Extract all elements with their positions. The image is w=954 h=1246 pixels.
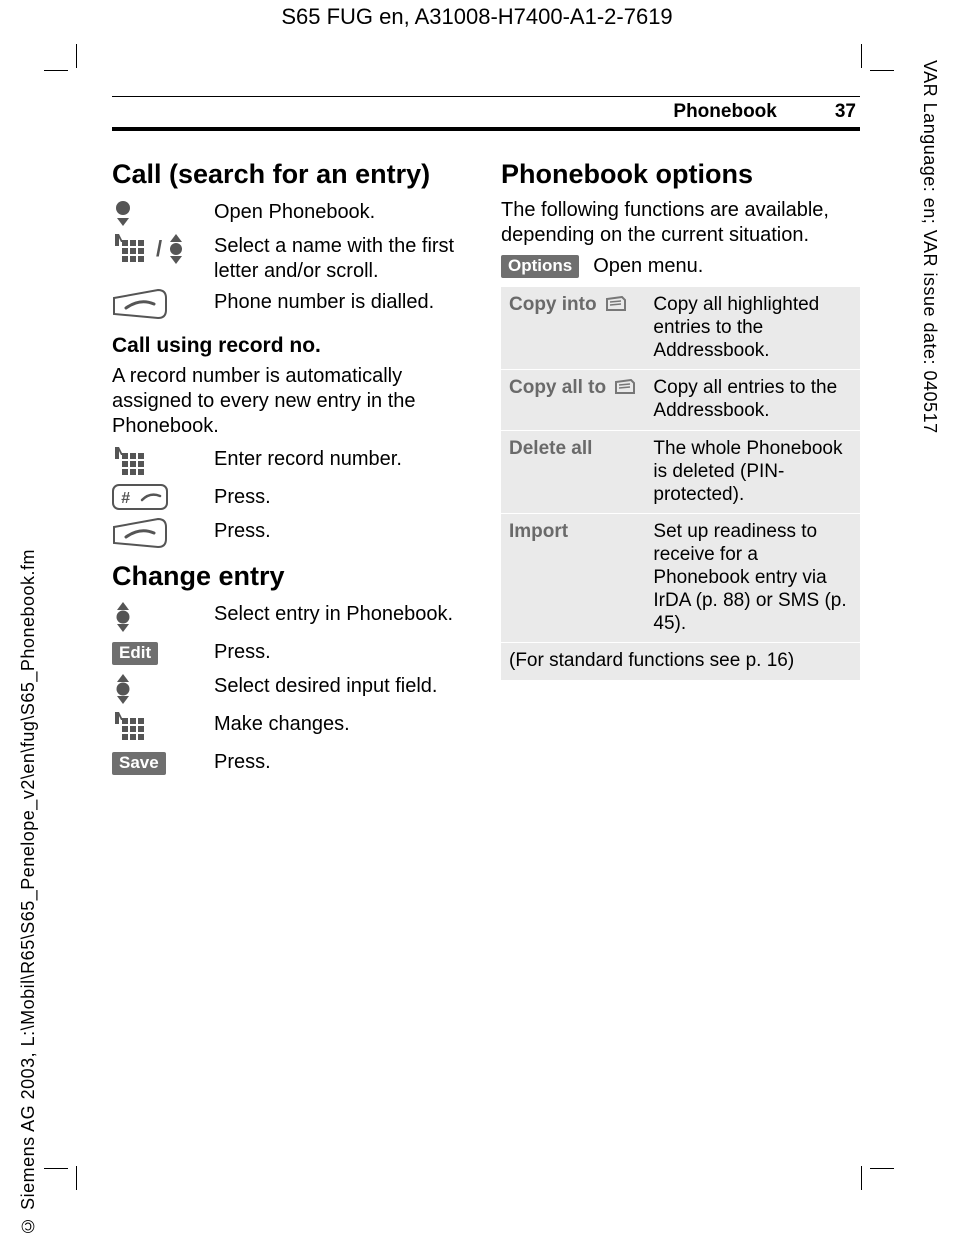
step-text: Press. xyxy=(214,517,471,544)
softkey-edit: Edit xyxy=(112,642,158,665)
softkey-save: Save xyxy=(112,752,166,775)
step-row: Make changes. xyxy=(112,710,471,744)
step-row: Phone number is dialled. xyxy=(112,288,471,320)
step-text: Open Phonebook. xyxy=(214,198,471,225)
options-table: Copy into Copy all highlighted entries t… xyxy=(501,287,860,681)
keypad-press-icon xyxy=(112,710,152,744)
joystick-down-icon xyxy=(112,198,134,228)
table-row: Import Set up readiness to receive for a… xyxy=(501,514,860,643)
hash-key-icon: # xyxy=(112,484,168,512)
opt-desc: Copy all entries to the Addressbook. xyxy=(645,370,860,431)
left-column: Call (search for an entry) Open Phoneboo… xyxy=(112,147,471,782)
running-head-section: Phonebook xyxy=(673,101,776,123)
step-row: / Select a name with the first letter an… xyxy=(112,232,471,284)
step-text: Phone number is dialled. xyxy=(214,288,471,315)
step-row: Press. xyxy=(112,517,471,549)
table-row: Delete all The whole Phonebook is delete… xyxy=(501,431,860,514)
table-row: Copy all to Copy all entries to the Addr… xyxy=(501,370,860,431)
opt-desc: Copy all highlighted entries to the Addr… xyxy=(645,287,860,370)
heading-recno: Call using record no. xyxy=(112,334,471,358)
heading-call: Call (search for an entry) xyxy=(112,159,471,190)
opt-desc: The whole Phonebook is deleted (PIN-prot… xyxy=(645,431,860,514)
softkey-options: Options xyxy=(501,255,579,278)
opt-name: Delete all xyxy=(501,431,645,514)
step-text: Press. xyxy=(214,638,471,665)
keypad-press-icon xyxy=(112,232,152,266)
step-row: Select desired input field. xyxy=(112,672,471,706)
step-row: Enter record number. xyxy=(112,445,471,479)
options-intro: The following functions are available, d… xyxy=(501,198,860,248)
step-text: Select desired input field. xyxy=(214,672,471,699)
opt-desc: Set up readiness to receive for a Phoneb… xyxy=(645,514,860,643)
step-row: Open Phonebook. xyxy=(112,198,471,228)
step-text: Select a name with the first letter and/… xyxy=(214,232,471,284)
joystick-updown-icon xyxy=(166,232,186,266)
table-row: Copy into Copy all highlighted entries t… xyxy=(501,287,860,370)
right-column: Phonebook options The following function… xyxy=(501,147,860,782)
running-head-page: 37 xyxy=(835,101,856,123)
step-row: # Press. xyxy=(112,483,471,513)
step-text: Press. xyxy=(214,748,471,775)
running-head: Phonebook 37 xyxy=(112,96,860,131)
step-row: Edit Press. xyxy=(112,638,471,668)
opt-name: Import xyxy=(501,514,645,643)
call-key-icon xyxy=(112,288,168,320)
side-note-right: VAR Language: en; VAR issue date: 040517 xyxy=(919,60,940,434)
step-text: Make changes. xyxy=(214,710,471,737)
heading-change: Change entry xyxy=(112,561,471,592)
addressbook-icon xyxy=(613,379,637,395)
step-text: Select entry in Phonebook. xyxy=(214,600,471,627)
step-row: Save Press. xyxy=(112,748,471,778)
opt-name: Copy all to xyxy=(509,377,606,398)
svg-text:#: # xyxy=(121,490,130,507)
table-footer: (For standard functions see p. 16) xyxy=(501,643,860,681)
call-key-icon xyxy=(112,517,168,549)
doc-header: S65 FUG en, A31008-H7400-A1-2-7619 xyxy=(0,4,954,30)
side-note-left: © Siemens AG 2003, L:\Mobil\R65\S65_Pene… xyxy=(18,549,39,1236)
recno-intro: A record number is automatically assigne… xyxy=(112,364,471,439)
opt-name: Copy into xyxy=(509,294,597,315)
keypad-press-icon xyxy=(112,445,152,479)
step-text: Enter record number. xyxy=(214,445,471,472)
joystick-updown-icon xyxy=(112,600,134,634)
step-text: Press. xyxy=(214,483,471,510)
step-row: Select entry in Phonebook. xyxy=(112,600,471,634)
options-key-row: Options Open menu. xyxy=(501,254,860,279)
opt-footer-text: (For standard functions see p. 16) xyxy=(501,643,860,681)
heading-options: Phonebook options xyxy=(501,159,860,190)
addressbook-icon xyxy=(604,296,628,312)
page-body: Phonebook 37 Call (search for an entry) … xyxy=(112,96,860,1168)
joystick-updown-icon xyxy=(112,672,134,706)
open-menu-text: Open menu. xyxy=(593,254,860,279)
slash-separator: / xyxy=(154,236,164,262)
